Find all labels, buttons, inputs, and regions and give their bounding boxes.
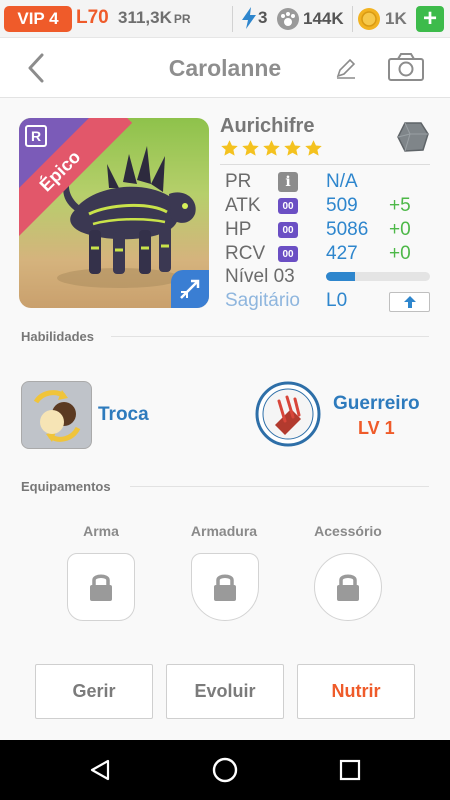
paw-value: 144K [303, 9, 344, 28]
nav-recents-icon[interactable] [339, 759, 361, 781]
stat-row-hp: HP 00 5086 +0 [225, 218, 411, 242]
armor-slot[interactable] [191, 553, 259, 621]
divider [111, 336, 429, 337]
lightning-icon [242, 7, 256, 29]
stat-label: ATK [225, 195, 261, 216]
monster-detail-screen: VIP 4 L70 311,3K PR 3 144K 1K + Carolanne… [0, 0, 450, 800]
level-label: Nível 03 [225, 266, 295, 287]
divider [352, 6, 353, 32]
class-level: LV 1 [358, 418, 395, 438]
lock-icon [337, 574, 359, 601]
arrow-up-icon [403, 296, 416, 308]
divider [130, 486, 429, 487]
star-icon [305, 140, 322, 156]
stat-value: 5086 [326, 219, 369, 240]
stat-label: RCV [225, 243, 266, 264]
weapon-slot[interactable] [67, 553, 135, 621]
sign-label[interactable]: Sagitário [225, 290, 300, 312]
power-rating: 311,3K PR [118, 8, 191, 28]
coin-icon [358, 8, 380, 30]
camera-icon[interactable] [387, 52, 425, 82]
stat-value: 509 [326, 195, 358, 216]
level-row: Nível 03 [225, 265, 295, 289]
coin-counter[interactable]: 1K [357, 6, 407, 32]
page-title: Carolanne [168, 55, 282, 81]
stat-increment: +0 [389, 243, 411, 264]
nav-home-icon[interactable] [211, 756, 239, 784]
element-stone-icon[interactable] [396, 120, 430, 154]
stat-row-pr: PR i N/A [225, 170, 358, 194]
stat-increment: +0 [389, 219, 411, 240]
stat-value: N/A [326, 171, 358, 192]
evolve-button[interactable]: Evoluir [166, 664, 284, 719]
skill-name[interactable]: Troca [98, 404, 149, 426]
section-title-abilities: Habilidades [21, 329, 94, 344]
monster-name: Aurichifre [220, 115, 315, 137]
level-progress-bar [326, 272, 430, 281]
paw-icon [277, 8, 299, 30]
power-unit: PR [173, 12, 191, 26]
stat-label: HP [225, 219, 252, 240]
slot-label-armor: Armadura [190, 523, 258, 539]
stat-badge: 00 [278, 246, 298, 262]
nav-back-icon[interactable] [88, 758, 112, 782]
slot-label-weapon: Arma [83, 523, 119, 539]
energy-counter[interactable]: 3 [240, 6, 267, 30]
lock-icon [90, 574, 112, 601]
warrior-class-icon[interactable] [255, 381, 321, 447]
star-rating [220, 139, 323, 158]
sign-level: L0 [326, 290, 348, 311]
star-icon [284, 140, 301, 156]
vip-badge[interactable]: VIP 4 [4, 6, 72, 32]
divider [220, 164, 430, 165]
section-title-equipment: Equipamentos [21, 479, 111, 494]
sign-upgrade-button[interactable] [389, 292, 430, 312]
coin-value: 1K [385, 9, 407, 28]
star-icon [263, 140, 280, 156]
level-progress-fill [326, 272, 356, 281]
paw-counter[interactable]: 144K [276, 7, 344, 31]
skill-icon[interactable] [21, 381, 92, 449]
stat-badge: 00 [278, 222, 298, 238]
class-name[interactable]: Guerreiro [333, 393, 420, 415]
add-currency-button[interactable]: + [416, 6, 444, 32]
slot-label-accessory: Acessório [314, 523, 382, 539]
stat-value: 427 [326, 243, 358, 264]
stat-row-atk: ATK 00 509 +5 [225, 194, 411, 218]
stat-row-rcv: RCV 00 427 +0 [225, 242, 411, 266]
stat-increment: +5 [389, 195, 411, 216]
info-icon[interactable]: i [278, 172, 298, 192]
star-icon [221, 140, 238, 156]
manage-button[interactable]: Gerir [35, 664, 153, 719]
status-bar: VIP 4 L70 311,3K PR 3 144K 1K + [0, 0, 450, 38]
feed-button[interactable]: Nutrir [297, 664, 415, 719]
accessory-slot[interactable] [314, 553, 382, 621]
page-header: Carolanne [0, 38, 450, 98]
stat-badge: 00 [278, 198, 298, 214]
monster-portrait[interactable]: Épico R [19, 118, 209, 308]
stat-label: PR [225, 171, 252, 192]
divider [232, 6, 233, 32]
system-nav-bar [0, 740, 450, 800]
lock-icon [214, 574, 236, 601]
power-value: 311,3K [118, 8, 172, 27]
sign-row: Sagitário L0 [225, 289, 347, 313]
energy-value: 3 [258, 8, 268, 27]
rarity-tag: R [25, 125, 47, 147]
player-level: L70 [76, 7, 109, 28]
star-icon [242, 140, 259, 156]
pencil-icon[interactable] [334, 56, 358, 80]
archer-class-icon [171, 270, 209, 308]
